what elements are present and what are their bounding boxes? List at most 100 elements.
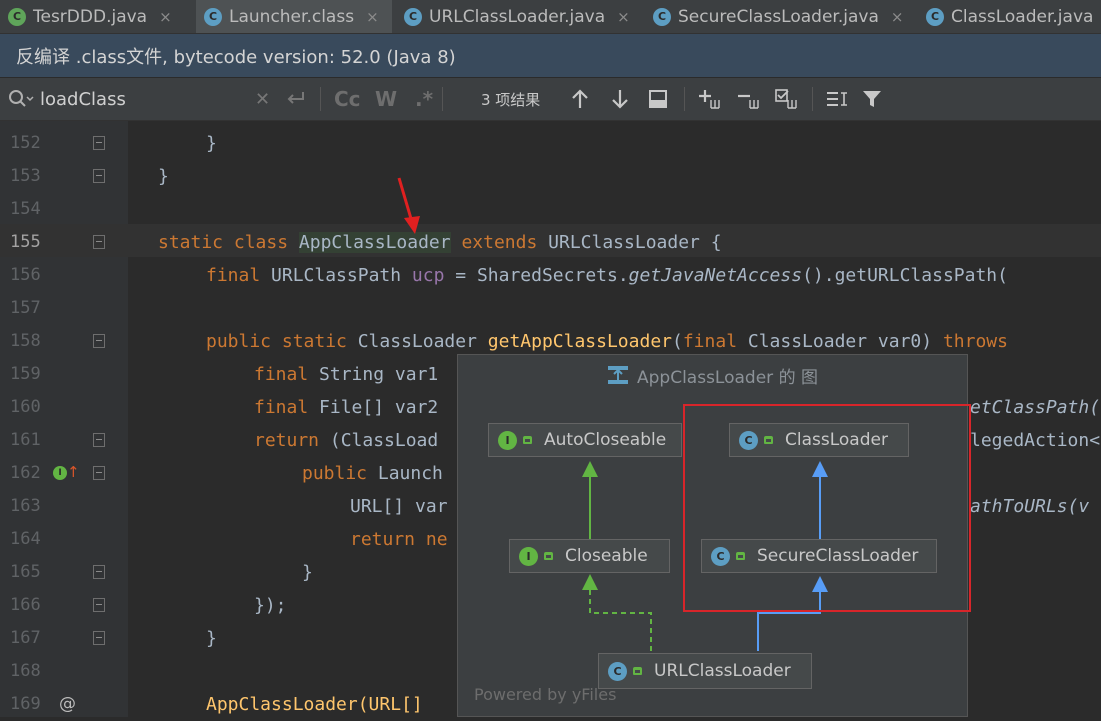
close-icon[interactable]: × [891, 8, 904, 26]
code-line-162: public Launch [302, 463, 443, 484]
java-class-icon: C [8, 7, 26, 26]
toolbar-separator [812, 87, 813, 111]
find-bar: loadClass ✕ Cc W .* 3 项结果 [0, 78, 1101, 121]
code-line-152: } [206, 133, 217, 154]
line-number: 166 [10, 595, 41, 615]
code-line-167: } [206, 628, 217, 649]
search-input[interactable]: loadClass [40, 78, 126, 120]
class-file-icon: C [204, 7, 222, 26]
node-autocloseable[interactable]: I AutoCloseable [488, 423, 682, 457]
close-icon[interactable]: × [159, 8, 172, 26]
interface-icon: I [519, 546, 538, 566]
toolbar-separator [320, 87, 321, 111]
go-to-super-arrow-icon[interactable]: ↑ [67, 463, 80, 481]
remove-occurrence-icon[interactable] [736, 78, 762, 120]
fold-marker-icon[interactable] [93, 235, 105, 249]
node-closeable[interactable]: I Closeable [509, 539, 670, 573]
line-number: 167 [10, 628, 41, 648]
next-occurrence-icon[interactable] [610, 78, 630, 120]
node-label: Closeable [565, 546, 648, 566]
fold-marker-icon[interactable] [93, 433, 105, 447]
filter-icon[interactable] [862, 78, 882, 120]
code-line-160: final File[] var2 [254, 397, 439, 418]
close-icon[interactable]: × [366, 8, 379, 26]
java-class-icon: C [926, 7, 944, 26]
fold-marker-icon[interactable] [93, 631, 105, 645]
line-number: 161 [10, 430, 41, 450]
line-number: 152 [10, 133, 41, 153]
toolbar-separator [684, 87, 685, 111]
class-icon: C [608, 661, 627, 681]
tab-label: ClassLoader.java [951, 6, 1094, 27]
annotation-arrow-icon [397, 177, 420, 234]
fold-marker-icon[interactable] [93, 598, 105, 612]
line-number: 155 [10, 232, 41, 252]
node-urlclassloader[interactable]: C URLClassLoader [598, 653, 812, 689]
line-number: 164 [10, 529, 41, 549]
line-number: 168 [10, 661, 41, 681]
line-number: 154 [10, 199, 41, 219]
whole-words-toggle[interactable]: W [375, 78, 397, 120]
arrowhead-autocloseable [582, 461, 598, 477]
fold-marker-icon[interactable] [93, 565, 105, 579]
tab-tesrddd[interactable]: C TesrDDD.java × [0, 0, 195, 33]
line-number: 156 [10, 265, 41, 285]
java-class-icon: C [404, 7, 422, 26]
code-line-163: URL[] var [350, 496, 448, 517]
close-icon[interactable]: × [617, 8, 630, 26]
fold-marker-icon[interactable] [93, 466, 105, 480]
interface-icon: I [498, 430, 517, 450]
line-number: 165 [10, 562, 41, 582]
public-lock-icon [633, 667, 642, 675]
clear-search-icon[interactable]: ✕ [255, 78, 270, 120]
new-line-icon[interactable] [285, 78, 307, 120]
edge-urlclassloader-closeable [589, 589, 652, 651]
tab-launcher[interactable]: C Launcher.class × [196, 0, 392, 33]
code-line-166: }); [254, 595, 287, 616]
line-number: 162 [10, 463, 41, 483]
toolbar-separator [442, 87, 443, 111]
implements-method-icon[interactable]: I [53, 466, 67, 480]
line-number: 157 [10, 298, 41, 318]
regex-toggle[interactable]: .* [415, 78, 433, 120]
annotation-highlight-box [683, 404, 971, 612]
filter-settings-icon[interactable] [825, 78, 849, 120]
node-label: AutoCloseable [544, 430, 667, 450]
line-number: 159 [10, 364, 41, 384]
node-label: URLClassLoader [654, 661, 791, 681]
tab-secureclassloader[interactable]: C SecureClassLoader.java × [645, 0, 915, 33]
gutter-lines: 152 153 154 155 156 157 158 159 160 161 … [0, 121, 128, 717]
decompiler-banner: 反编译 .class文件, bytecode version: 52.0 (Ja… [0, 34, 1101, 77]
match-case-toggle[interactable]: Cc [334, 78, 361, 120]
search-icon[interactable] [8, 78, 34, 120]
code-line-156: final URLClassPath ucp = SharedSecrets.g… [206, 265, 1008, 286]
code-line-159: final String var1 [254, 364, 439, 385]
public-lock-icon [523, 436, 532, 444]
tab-label: TesrDDD.java [33, 6, 148, 27]
annotation-marker-icon[interactable]: @ [59, 688, 76, 721]
line-number: 160 [10, 397, 41, 417]
tab-label: SecureClassLoader.java [678, 6, 879, 27]
fold-marker-icon[interactable] [93, 334, 105, 348]
arrowhead-closeable [582, 574, 598, 590]
powered-by-label: Powered by yFiles [474, 685, 617, 704]
add-occurrence-icon[interactable] [697, 78, 723, 120]
tab-classloader[interactable]: C ClassLoader.java [918, 0, 1101, 33]
line-number: 153 [10, 166, 41, 186]
line-number: 158 [10, 331, 41, 351]
line-number: 169 [10, 694, 41, 714]
java-class-icon: C [653, 7, 671, 26]
code-line-163-right: athToURLs(v [970, 496, 1090, 517]
previous-occurrence-icon[interactable] [570, 78, 590, 120]
search-result-count: 3 项结果 [481, 90, 541, 109]
line-number: 163 [10, 496, 41, 516]
fold-marker-icon[interactable] [93, 169, 105, 183]
tab-urlclassloader[interactable]: C URLClassLoader.java × [396, 0, 644, 33]
code-line-160-right: etClassPath( [970, 397, 1101, 418]
code-line-169: AppClassLoader(URL[] [206, 694, 423, 715]
tab-label: URLClassLoader.java [429, 6, 606, 27]
fold-marker-icon[interactable] [93, 136, 105, 150]
editor-tab-bar: C TesrDDD.java × C Launcher.class × C UR… [0, 0, 1101, 34]
select-all-occurrences-icon[interactable] [648, 78, 668, 120]
select-all-matches-icon[interactable] [774, 78, 800, 120]
